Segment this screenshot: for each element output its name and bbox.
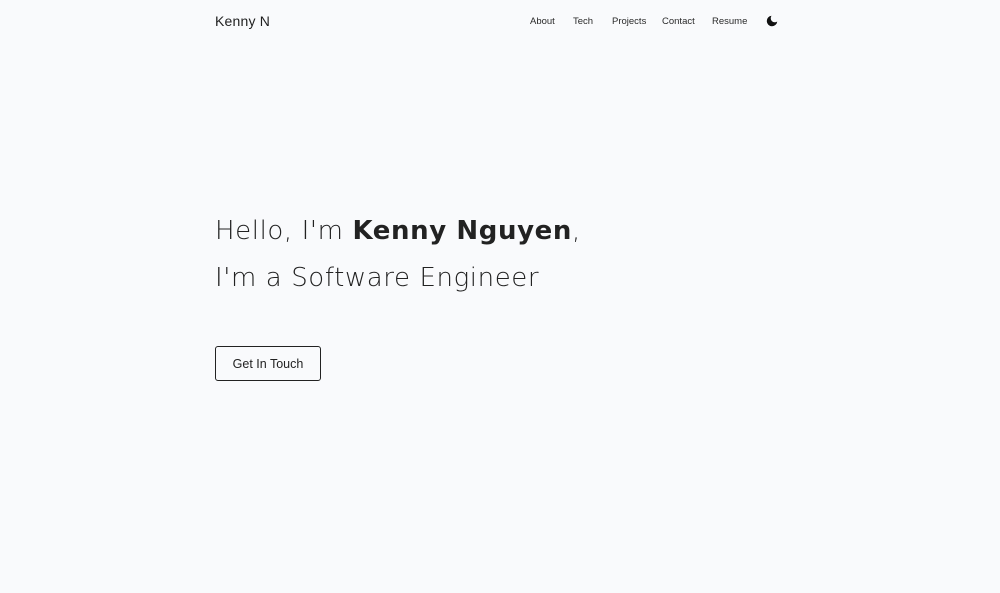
nav-link-projects[interactable]: Projects: [612, 16, 646, 27]
nav-links: About Tech Projects Contact Resume: [0, 16, 1000, 30]
moon-icon: [766, 15, 778, 27]
nav-link-tech[interactable]: Tech: [573, 16, 593, 27]
theme-toggle-button[interactable]: [765, 14, 779, 28]
hero-section: Hello, I'm Kenny Nguyen, I'm a Software …: [215, 208, 815, 302]
nav-link-about[interactable]: About: [530, 16, 555, 27]
navbar: Kenny N About Tech Projects Contact Resu…: [0, 0, 1000, 44]
hero-name: Kenny Nguyen: [352, 216, 572, 246]
hero-greeting-suffix: ,: [571, 216, 581, 246]
hero-greeting: Hello, I'm Kenny Nguyen,: [215, 208, 815, 255]
hero-greeting-prefix: Hello, I'm: [215, 216, 353, 246]
nav-link-contact[interactable]: Contact: [662, 16, 695, 27]
get-in-touch-button[interactable]: Get In Touch: [215, 346, 321, 381]
hero-tagline: I'm a Software Engineer: [215, 263, 540, 293]
nav-link-resume[interactable]: Resume: [712, 16, 747, 27]
